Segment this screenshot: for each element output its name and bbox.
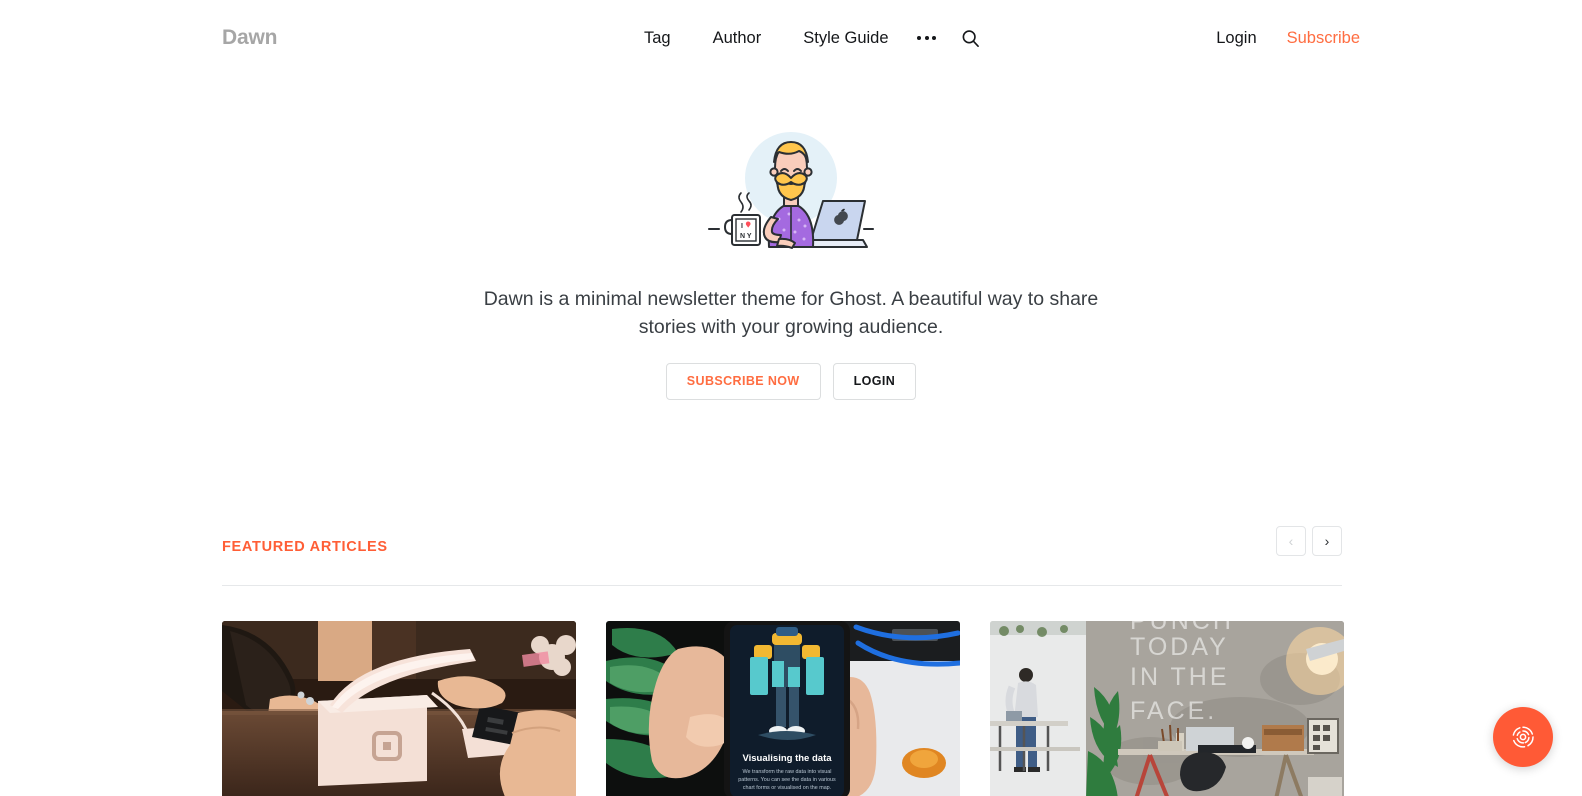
phone-data-visualisation-photo[interactable]: Visualising the data We transform the ra… bbox=[606, 621, 960, 796]
main-navigation: Tag Author Style Guide bbox=[623, 24, 988, 52]
nav-link-style-guide[interactable]: Style Guide bbox=[782, 24, 909, 52]
carousel-next-button[interactable]: › bbox=[1312, 526, 1342, 556]
portal-circle-icon bbox=[1512, 726, 1534, 748]
square-pos-terminal-photo[interactable] bbox=[222, 621, 576, 796]
page-root: Dawn Tag Author Style Guide Login Subscr… bbox=[0, 0, 1582, 796]
hero-actions: SUBSCRIBE NOW LOGIN bbox=[0, 363, 1582, 400]
featured-card[interactable]: PUNCH TODAY IN THE FACE. bbox=[990, 621, 1344, 796]
phone-screen-heading: Visualising the data bbox=[742, 753, 832, 764]
ghost-portal-button[interactable] bbox=[1493, 707, 1553, 767]
svg-text:N Y: N Y bbox=[740, 233, 752, 240]
featured-articles-section: FEATURED ARTICLES ‹ › Visualising the da… bbox=[222, 526, 1344, 796]
svg-text:patterns. You can see the data: patterns. You can see the data in variou… bbox=[738, 777, 836, 783]
more-menu-button[interactable] bbox=[910, 24, 944, 52]
svg-text:I: I bbox=[741, 223, 743, 230]
login-link[interactable]: Login bbox=[1186, 24, 1256, 52]
hero-login-button[interactable]: LOGIN bbox=[832, 363, 917, 400]
carousel-navigation: ‹ › bbox=[1276, 526, 1342, 556]
search-icon bbox=[962, 29, 979, 47]
search-button[interactable] bbox=[954, 24, 988, 52]
svg-text:chart forms or visualised on t: chart forms or visualised on the map. bbox=[743, 785, 831, 791]
featured-card[interactable]: Visualising the data We transform the ra… bbox=[606, 621, 960, 796]
nav-link-author[interactable]: Author bbox=[692, 24, 783, 52]
svg-text:We transform the raw data into: We transform the raw data into visual bbox=[743, 769, 832, 775]
hero-section: I N Y Dawn is a minimal newsletter theme… bbox=[0, 78, 1582, 400]
featured-card-list: Retailers going digital payment only don… bbox=[222, 621, 1344, 796]
industrial-office-photo[interactable]: PUNCH TODAY IN THE FACE. bbox=[990, 621, 1344, 796]
svg-text:IN THE: IN THE bbox=[1130, 663, 1230, 691]
chevron-right-icon: › bbox=[1324, 533, 1330, 549]
site-logo[interactable]: Dawn bbox=[222, 26, 277, 50]
ellipsis-icon bbox=[917, 36, 937, 40]
subscribe-now-button[interactable]: SUBSCRIBE NOW bbox=[665, 363, 821, 400]
carousel-prev-button[interactable]: ‹ bbox=[1276, 526, 1306, 556]
site-header: Dawn Tag Author Style Guide Login Subscr… bbox=[0, 0, 1582, 78]
header-actions: Login Subscribe bbox=[1186, 24, 1360, 52]
subscribe-link[interactable]: Subscribe bbox=[1257, 24, 1360, 52]
hipster-at-laptop-illustration: I N Y bbox=[705, 116, 877, 256]
featured-section-title: FEATURED ARTICLES bbox=[222, 539, 388, 555]
hero-description: Dawn is a minimal newsletter theme for G… bbox=[483, 288, 1099, 338]
svg-text:TODAY: TODAY bbox=[1130, 633, 1229, 661]
featured-header: FEATURED ARTICLES ‹ › bbox=[222, 526, 1342, 586]
featured-card[interactable]: Retailers going digital payment only don… bbox=[222, 621, 576, 796]
chevron-left-icon: ‹ bbox=[1288, 533, 1294, 549]
svg-text:FACE.: FACE. bbox=[1130, 697, 1217, 725]
nav-link-tag[interactable]: Tag bbox=[623, 24, 692, 52]
